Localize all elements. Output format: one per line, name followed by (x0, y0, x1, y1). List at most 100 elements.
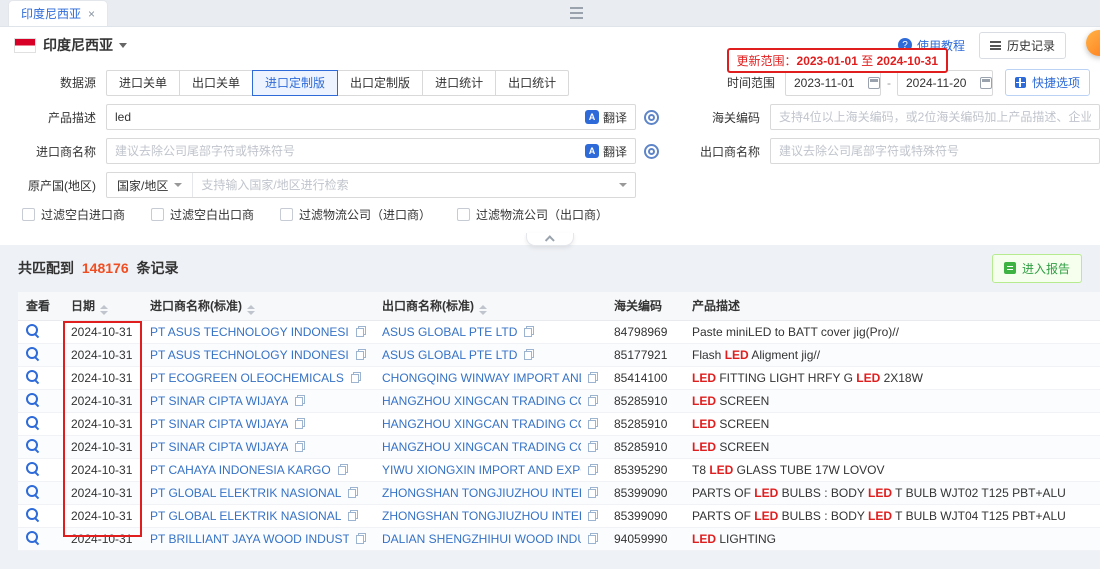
tab-indonesia[interactable]: 印度尼西亚 × (8, 0, 108, 26)
copy-icon[interactable] (295, 418, 305, 429)
copy-icon[interactable] (588, 418, 598, 429)
column-header[interactable]: 出口商名称(标准) (374, 292, 606, 320)
copy-icon[interactable] (356, 349, 366, 360)
copy-icon[interactable] (356, 533, 366, 544)
exporter-link[interactable]: DALIAN SHENGZHIHUI WOOD INDUST... (382, 532, 581, 546)
match-mode-icon[interactable] (644, 144, 659, 159)
calendar-icon[interactable] (980, 77, 992, 89)
chevron-down-icon[interactable] (119, 43, 127, 48)
checkbox-icon[interactable] (280, 208, 293, 221)
importer-input[interactable] (107, 139, 577, 163)
datasource-tab[interactable]: 进口关单 (106, 70, 180, 96)
filter-checkbox[interactable]: 过滤物流公司（出口商） (457, 206, 608, 223)
importer-link[interactable]: PT SINAR CIPTA WIJAYA (150, 440, 288, 454)
copy-icon[interactable] (588, 464, 598, 475)
importer-link[interactable]: PT ECOGREEN OLEOCHEMICALS (150, 371, 344, 385)
view-details-icon[interactable] (26, 485, 39, 498)
importer-link[interactable]: PT SINAR CIPTA WIJAYA (150, 417, 288, 431)
copy-icon[interactable] (351, 372, 361, 383)
copy-icon[interactable] (356, 326, 366, 337)
copy-icon[interactable] (588, 441, 598, 452)
copy-icon[interactable] (524, 349, 534, 360)
copy-icon[interactable] (295, 441, 305, 452)
copy-icon[interactable] (524, 326, 534, 337)
hs-code-cell: 94059990 (606, 527, 684, 550)
date-to-input[interactable] (897, 70, 993, 96)
view-details-icon[interactable] (26, 370, 39, 383)
date-from-input[interactable] (785, 70, 881, 96)
view-details-icon[interactable] (26, 393, 39, 406)
importer-link[interactable]: PT SINAR CIPTA WIJAYA (150, 394, 288, 408)
exporter-link[interactable]: ZHONGSHAN TONGJIUZHOU INTERNA... (382, 486, 581, 500)
exporter-input[interactable] (771, 139, 1099, 163)
translate-button[interactable]: A 翻译 (577, 109, 635, 126)
view-details-icon[interactable] (26, 324, 39, 337)
sort-icon[interactable] (100, 305, 108, 315)
hs-code-input[interactable] (771, 105, 1099, 129)
view-details-icon[interactable] (26, 347, 39, 360)
copy-icon[interactable] (588, 510, 598, 521)
view-details-icon[interactable] (26, 531, 39, 544)
exporter-link[interactable]: ASUS GLOBAL PTE LTD (382, 325, 517, 339)
checkbox-icon[interactable] (457, 208, 470, 221)
exporter-link[interactable]: CHONGQING WINWAY IMPORT AND E... (382, 371, 581, 385)
copy-icon[interactable] (588, 372, 598, 383)
exporter-link[interactable]: ASUS GLOBAL PTE LTD (382, 348, 517, 362)
exporter-link[interactable]: YIWU XIONGXIN IMPORT AND EXPORT... (382, 463, 581, 477)
sort-icon[interactable] (479, 305, 487, 315)
copy-icon[interactable] (338, 464, 348, 475)
exporter-link[interactable]: HANGZHOU XINGCAN TRADING CO LTD (382, 394, 581, 408)
importer-link[interactable]: PT ASUS TECHNOLOGY INDONESIA BA... (150, 325, 349, 339)
copy-icon[interactable] (348, 510, 358, 521)
collapse-panel-handle[interactable] (526, 233, 574, 246)
datasource-tab[interactable]: 出口定制版 (337, 70, 423, 96)
datasource-tab[interactable]: 进口统计 (422, 70, 496, 96)
filter-checkbox[interactable]: 过滤空白进口商 (22, 206, 125, 223)
datasource-tab[interactable]: 出口关单 (179, 70, 253, 96)
exporter-link[interactable]: HANGZHOU XINGCAN TRADING CO LTD (382, 440, 581, 454)
importer-cell: PT CAHAYA INDONESIA KARGO (142, 458, 374, 481)
view-details-icon[interactable] (26, 462, 39, 475)
checkbox-icon[interactable] (22, 208, 35, 221)
importer-link[interactable]: PT ASUS TECHNOLOGY INDONESIA BA... (150, 348, 349, 362)
sort-icon[interactable] (247, 305, 255, 315)
copy-icon[interactable] (588, 533, 598, 544)
calendar-icon[interactable] (868, 77, 880, 89)
datasource-tab[interactable]: 出口统计 (495, 70, 569, 96)
table-row: 2024-10-31PT ASUS TECHNOLOGY INDONESIA B… (18, 320, 1100, 343)
exporter-link[interactable]: HANGZHOU XINGCAN TRADING CO LTD (382, 417, 581, 431)
datasource-tab[interactable]: 进口定制版 (252, 70, 338, 96)
importer-link[interactable]: PT BRILLIANT JAYA WOOD INDUSTRY (150, 532, 349, 546)
copy-icon[interactable] (295, 395, 305, 406)
date-to-value[interactable] (906, 76, 972, 90)
history-button[interactable]: 历史记录 (979, 32, 1066, 59)
filter-checkbox[interactable]: 过滤空白出口商 (151, 206, 254, 223)
exporter-link[interactable]: ZHONGSHAN TONGJIUZHOU INTERNA... (382, 509, 581, 523)
view-details-icon[interactable] (26, 416, 39, 429)
origin-country-input[interactable] (193, 173, 611, 197)
column-header[interactable]: 日期 (63, 292, 142, 320)
copy-icon[interactable] (588, 395, 598, 406)
chevron-down-icon[interactable] (619, 183, 627, 187)
view-details-icon[interactable] (26, 508, 39, 521)
view-details-icon[interactable] (26, 439, 39, 452)
quick-options-button[interactable]: 快捷选项 (1005, 69, 1090, 96)
translate-button[interactable]: A 翻译 (577, 143, 635, 160)
importer-link[interactable]: PT CAHAYA INDONESIA KARGO (150, 463, 331, 477)
tabstrip-menu-icon[interactable] (570, 7, 583, 19)
copy-icon[interactable] (348, 487, 358, 498)
origin-country-select[interactable]: 国家/地区 (107, 173, 193, 197)
enter-report-label: 进入报告 (1022, 260, 1070, 277)
checkbox-icon[interactable] (151, 208, 164, 221)
close-icon[interactable]: × (88, 7, 95, 21)
enter-report-button[interactable]: 进入报告 (992, 254, 1082, 283)
copy-icon[interactable] (588, 487, 598, 498)
column-header[interactable]: 进口商名称(标准) (142, 292, 374, 320)
date-from-value[interactable] (794, 76, 860, 90)
product-desc-input[interactable] (107, 105, 577, 129)
importer-link[interactable]: PT GLOBAL ELEKTRIK NASIONAL (150, 486, 341, 500)
importer-link[interactable]: PT GLOBAL ELEKTRIK NASIONAL (150, 509, 341, 523)
match-mode-icon[interactable] (644, 110, 659, 125)
filter-checkbox[interactable]: 过滤物流公司（进口商） (280, 206, 431, 223)
exporter-cell: HANGZHOU XINGCAN TRADING CO LTD (374, 412, 606, 435)
